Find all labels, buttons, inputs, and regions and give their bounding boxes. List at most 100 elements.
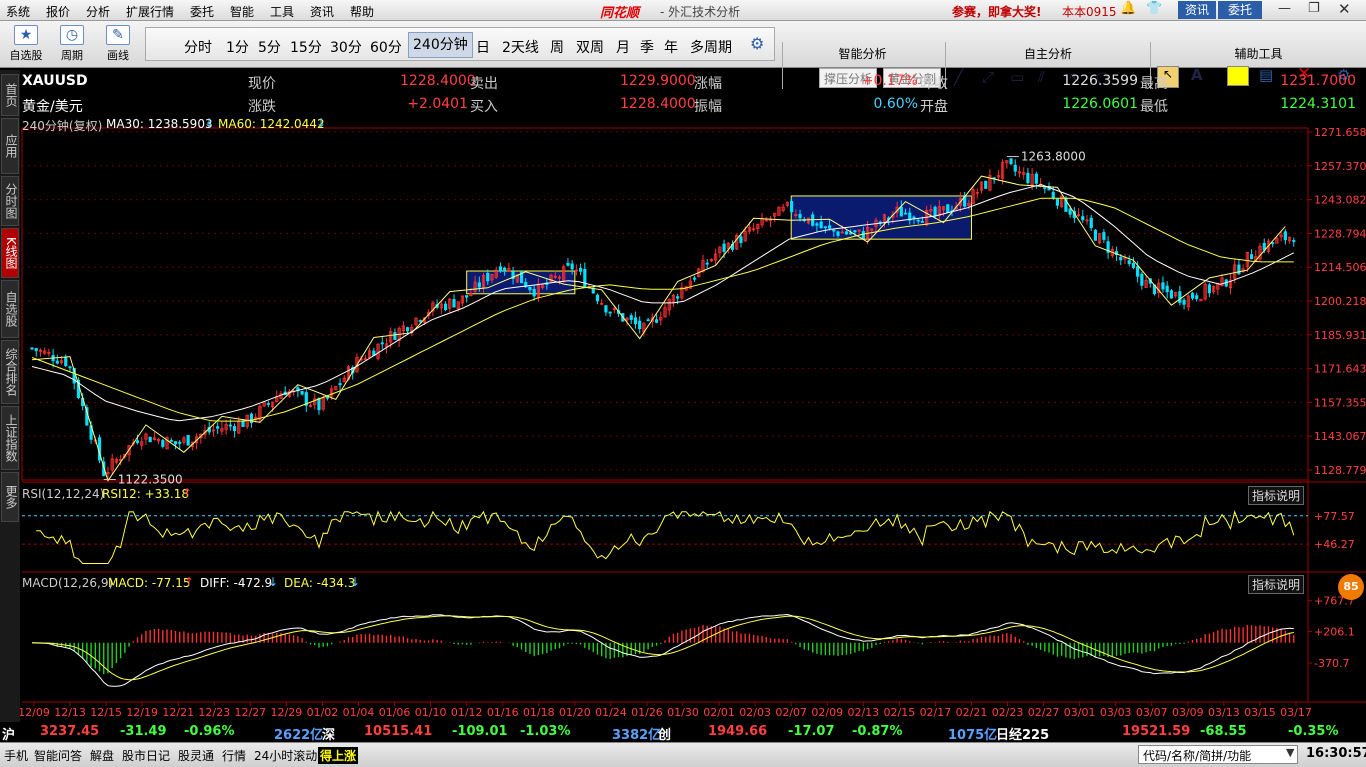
date-label: 03/13 — [1208, 706, 1240, 719]
menu-help[interactable]: 帮助 — [350, 3, 374, 20]
period-tool-button[interactable]: ◷ 周期 — [52, 25, 92, 65]
symbol-name: 黄金/美元 — [22, 99, 83, 115]
status-item[interactable]: 1075亿 — [948, 724, 997, 743]
dropdown-arrow-icon[interactable]: ▼ — [1286, 746, 1294, 759]
status-item[interactable]: -1.03% — [520, 724, 571, 739]
period-15m[interactable]: 15分 — [290, 37, 322, 57]
task-diary[interactable]: 股市日记 — [122, 747, 170, 764]
trade-button[interactable]: 委托 — [1218, 1, 1262, 19]
status-item[interactable]: -0.87% — [852, 724, 903, 739]
candle-body — [633, 317, 638, 325]
period-quarter[interactable]: 季 — [640, 37, 654, 57]
period-60m[interactable]: 60分 — [370, 37, 402, 57]
notification-badge[interactable]: 85 — [1338, 574, 1364, 600]
period-30m[interactable]: 30分 — [330, 37, 362, 57]
period-2day[interactable]: 2天线 — [502, 37, 539, 57]
status-item[interactable]: 1949.66 — [708, 724, 767, 739]
minimize-icon[interactable]: — — [1278, 1, 1291, 16]
quote-value: +0.17% — [861, 73, 918, 89]
status-item[interactable]: 10515.41 — [364, 724, 432, 739]
candle-body — [604, 305, 608, 313]
candle-body — [832, 229, 836, 232]
status-item[interactable]: 创 — [658, 724, 671, 743]
quote-header: XAUUSD 黄金/美元 现价 1228.4000 卖出 1229.9000 涨… — [20, 70, 1366, 116]
rsi-explain-button[interactable]: 指标说明 — [1248, 486, 1305, 505]
side-tab-kline[interactable]: K线图 — [1, 228, 19, 278]
status-item[interactable]: -0.96% — [184, 724, 235, 739]
task-24h[interactable]: 24小时滚动 — [254, 747, 317, 764]
restore-icon[interactable]: ❐ — [1308, 1, 1320, 16]
down-arrow-icon: ↓ — [204, 116, 215, 130]
close-icon[interactable]: ✕ — [1338, 0, 1351, 18]
menu-trade[interactable]: 委托 — [190, 3, 214, 20]
rsi12-value: RSI12: +33.18 — [102, 487, 190, 501]
side-tab-timeshare[interactable]: 分时图 — [1, 176, 19, 226]
menu-tools[interactable]: 工具 — [270, 3, 294, 20]
status-item[interactable]: 3237.45 — [40, 724, 99, 739]
status-item[interactable]: 19521.59 — [1122, 724, 1190, 739]
candle-body — [1165, 285, 1169, 293]
status-item[interactable]: 2622亿 — [274, 724, 323, 743]
menu-news[interactable]: 资讯 — [310, 3, 334, 20]
shirt-icon[interactable]: 👕 — [1146, 1, 1162, 16]
news-ticker[interactable]: 得上涨 — [318, 747, 359, 764]
status-item[interactable]: -31.49 — [120, 724, 167, 739]
side-tab-home[interactable]: 首页 — [1, 74, 19, 116]
draw-tool-button[interactable]: ✎ 画线 — [98, 25, 138, 65]
menu-quote[interactable]: 报价 — [46, 3, 70, 20]
period-5m[interactable]: 5分 — [258, 37, 281, 57]
news-button[interactable]: 资讯 — [1178, 1, 1216, 19]
candle-body — [64, 356, 68, 367]
settings-gear-icon[interactable]: ⚙ — [750, 34, 764, 53]
candle-body — [452, 299, 456, 308]
date-label: 02/23 — [992, 706, 1024, 719]
menu-analysis[interactable]: 分析 — [86, 3, 110, 20]
side-tab-ranking[interactable]: 综合排名 — [1, 340, 19, 404]
status-item[interactable]: -68.55 — [1200, 724, 1247, 739]
candle-body — [1055, 198, 1060, 206]
chart-area[interactable]: 1263.8000 1122.3500 +77.57 +46.27 +767.7 +2… — [18, 116, 1366, 730]
side-tab-shanghai[interactable]: 上证指数 — [1, 406, 19, 470]
down-arrow-icon: ↓ — [350, 575, 361, 589]
side-tab-more[interactable]: 更多 — [1, 472, 19, 522]
candle-body — [1161, 282, 1165, 290]
period-week[interactable]: 周 — [550, 37, 564, 57]
status-item[interactable]: 深 — [322, 724, 335, 743]
period-year[interactable]: 年 — [664, 37, 678, 57]
bell-icon[interactable]: 🔔 — [1120, 1, 1136, 16]
task-market[interactable]: 行情 — [222, 747, 246, 764]
status-item[interactable]: -0.35% — [1288, 724, 1339, 739]
task-stock-tips[interactable]: 股灵通 — [178, 747, 214, 764]
status-item[interactable]: -17.07 — [788, 724, 835, 739]
search-input[interactable]: 代码/名称/简拼/功能 — [1138, 745, 1298, 764]
status-item[interactable]: 沪 — [2, 724, 15, 743]
task-qa[interactable]: 智能问答 — [34, 747, 82, 764]
promo-link[interactable]: 参赛，即拿大奖! — [952, 3, 1041, 20]
status-item[interactable]: -109.01 — [452, 724, 508, 739]
task-mobile[interactable]: 手机 — [4, 747, 28, 764]
period-1m[interactable]: 1分 — [226, 37, 249, 57]
date-label: 02/27 — [1028, 706, 1060, 719]
period-multi[interactable]: 多周期 — [690, 37, 732, 57]
period-day[interactable]: 日 — [476, 37, 490, 57]
period-biweek[interactable]: 双周 — [576, 37, 604, 57]
task-interpret[interactable]: 解盘 — [90, 747, 114, 764]
macd-value: MACD: -77.15 — [108, 576, 191, 590]
status-item[interactable]: 日经225 — [996, 724, 1049, 743]
menu-system[interactable]: 系统 — [6, 3, 30, 20]
date-label: 12/13 — [54, 706, 86, 719]
status-item[interactable]: 3382亿 — [612, 724, 661, 743]
period-tick[interactable]: 分时 — [184, 37, 212, 57]
kline-chart-svg[interactable]: 1263.80001122.3500 +77.57+46.27 +767.7+2… — [18, 116, 1366, 730]
date-label: 01/26 — [631, 706, 663, 719]
period-month[interactable]: 月 — [616, 37, 630, 57]
watchlist-tool-button[interactable]: ★ 自选股 — [6, 25, 46, 65]
menu-smart[interactable]: 智能 — [230, 3, 254, 20]
side-tab-watchlist[interactable]: 自选股 — [1, 280, 19, 338]
candle-body — [912, 216, 916, 219]
side-tab-apps[interactable]: 应用 — [1, 118, 19, 174]
macd-explain-button[interactable]: 指标说明 — [1248, 575, 1305, 594]
menu-extended[interactable]: 扩展行情 — [126, 3, 174, 20]
period-240m[interactable]: 240分钟 — [408, 32, 473, 58]
candles-layer — [30, 157, 1296, 481]
